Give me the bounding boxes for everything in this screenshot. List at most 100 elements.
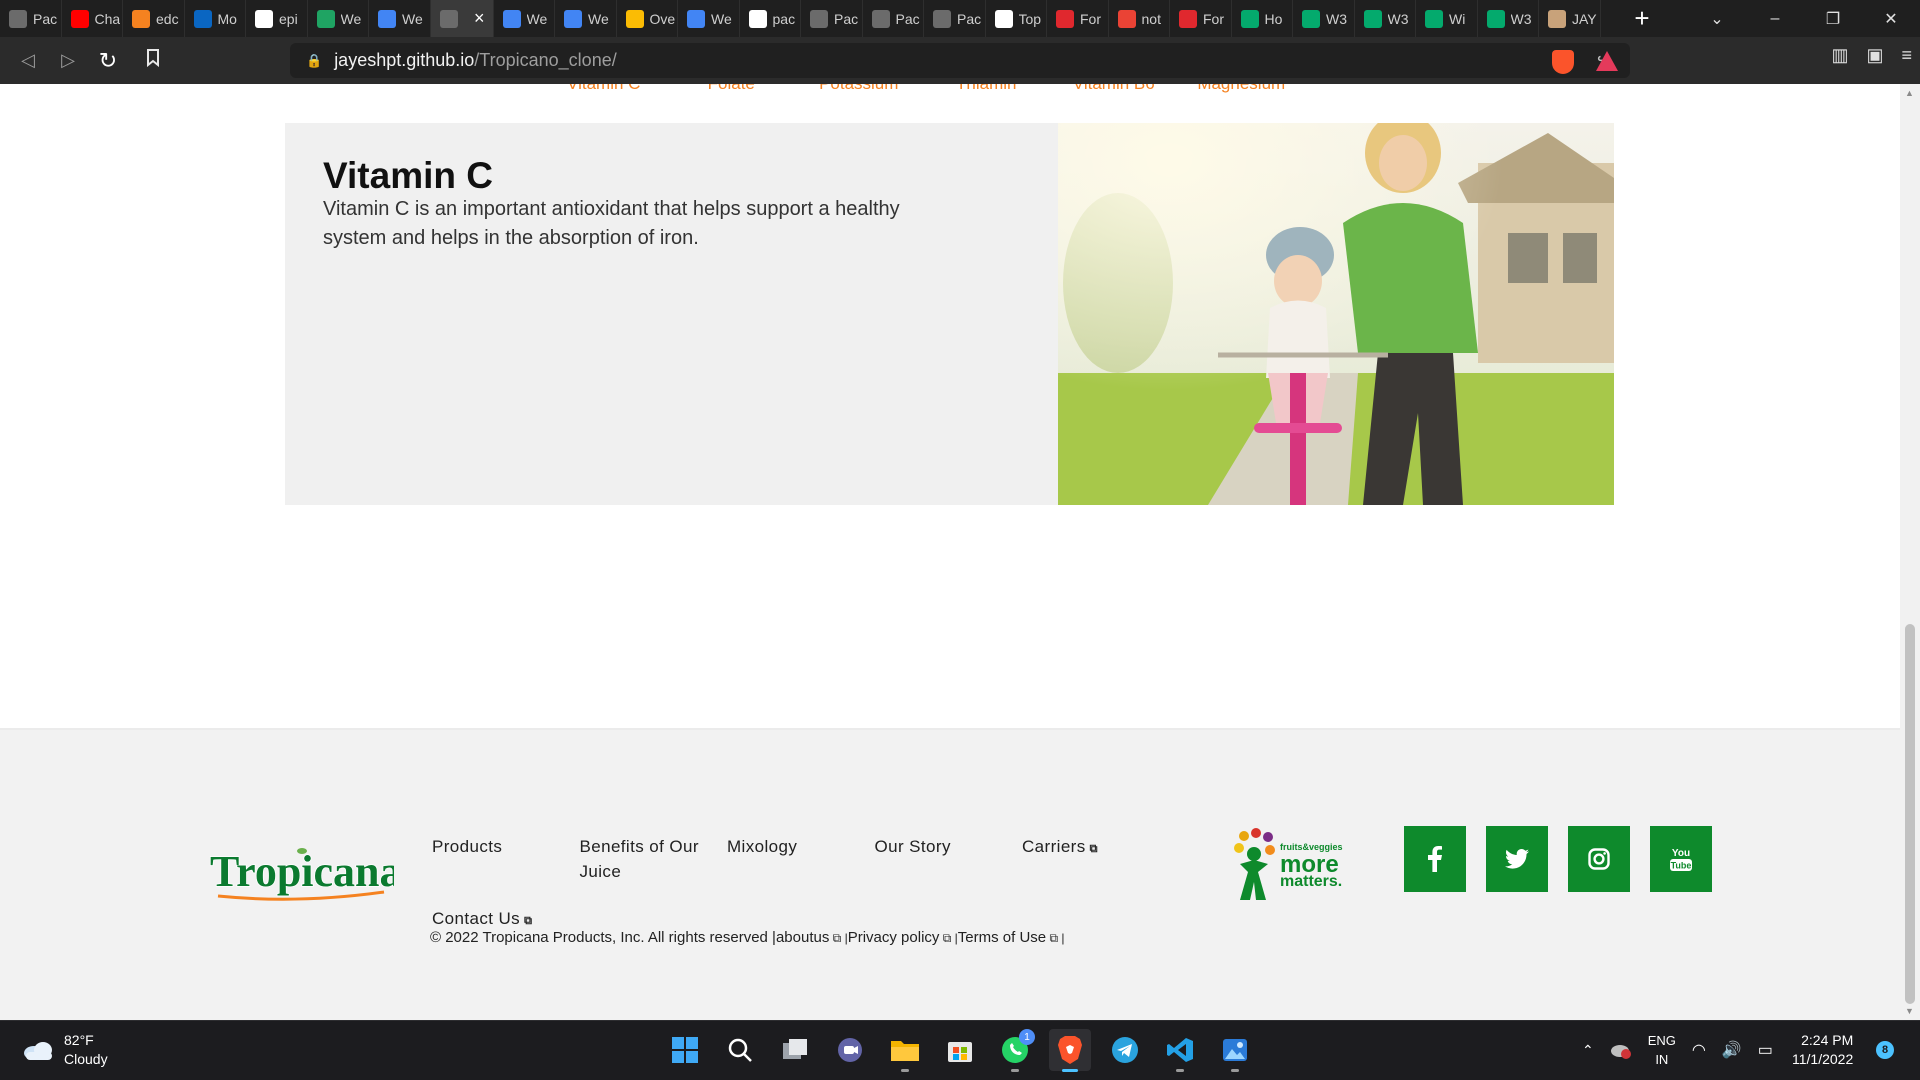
tab-list: Pac Cha edc Mo epi We We × We We Ove We pac Pac Pac Pac…: [0, 0, 1622, 37]
photos-button[interactable]: [1214, 1029, 1256, 1072]
scroll-thumb[interactable]: [1905, 624, 1915, 1004]
browser-tab[interactable]: pac: [740, 0, 801, 37]
clock[interactable]: 2:24 PM 11/1/2022: [1792, 1031, 1853, 1069]
chrome-icon: [625, 9, 644, 28]
url-field[interactable]: 🔒 jayeshpt.github.io/Tropicano_clone/ ↪: [290, 43, 1630, 78]
vscode-button[interactable]: [1159, 1029, 1201, 1072]
browser-tab[interactable]: We: [678, 0, 740, 37]
start-button[interactable]: [664, 1029, 706, 1071]
file-explorer-button[interactable]: [884, 1029, 926, 1072]
footer-link[interactable]: Products: [432, 834, 580, 884]
weather-widget[interactable]: 82°F Cloudy: [22, 1031, 108, 1069]
tray-overflow-chevron-icon[interactable]: ⌃: [1582, 1042, 1594, 1059]
tab-title: W3: [1326, 10, 1347, 27]
browser-tab[interactable]: Pac: [0, 0, 62, 37]
page-scrollbar[interactable]: ▲ ▼: [1900, 84, 1920, 1020]
nutrient-tab[interactable]: Vitamin C: [540, 84, 668, 94]
language-indicator[interactable]: ENG IN: [1648, 1031, 1676, 1069]
browser-tab[interactable]: We: [308, 0, 369, 37]
lang-line-2: IN: [1655, 1052, 1669, 1067]
mother-child-bike-photo: [1058, 123, 1614, 505]
notification-badge[interactable]: 8: [1876, 1041, 1894, 1059]
footer-link[interactable]: Benefits of Our Juice: [580, 834, 728, 884]
browser-tab[interactable]: We: [494, 0, 555, 37]
browser-tab[interactable]: Ove: [617, 0, 678, 37]
cloud-icon: [24, 1042, 52, 1060]
footer-link[interactable]: Mixology: [727, 834, 875, 884]
scroll-down-icon[interactable]: ▼: [1905, 1006, 1914, 1016]
browser-tab[interactable]: For: [1170, 0, 1232, 37]
browser-tab[interactable]: ×: [430, 0, 494, 37]
back-button[interactable]: ◁: [8, 41, 48, 81]
bookmark-icon[interactable]: [146, 49, 160, 72]
tab-search-chevron-icon[interactable]: ⌄: [1688, 0, 1746, 37]
legal-link[interactable]: aboutus ⧉ |: [776, 929, 848, 946]
browser-tab[interactable]: Ho: [1232, 0, 1293, 37]
browser-tab[interactable]: Pac: [863, 0, 924, 37]
nutrient-tab[interactable]: Folate: [668, 84, 796, 94]
task-view-button[interactable]: [774, 1029, 816, 1071]
nutrient-tab[interactable]: Vitamin B6: [1050, 84, 1178, 94]
youtube-button[interactable]: You Tube: [1650, 826, 1712, 892]
browser-tab[interactable]: For: [1047, 0, 1109, 37]
battery-icon[interactable]: ▭: [1758, 1040, 1773, 1060]
brave-icon: [1058, 1036, 1082, 1064]
footer: Tropicana Products Benefits of Our Juice M…: [0, 728, 1900, 1020]
search-button[interactable]: [719, 1029, 761, 1071]
browser-tab[interactable]: Top: [986, 0, 1047, 37]
nutrient-tab[interactable]: Thiamin: [923, 84, 1051, 94]
wifi-icon[interactable]: ◠: [1692, 1040, 1706, 1060]
brave-rewards-icon[interactable]: [1596, 51, 1618, 71]
legal-link[interactable]: Privacy policy ⧉ |: [848, 929, 958, 946]
fruits-veggies-more-matters-logo[interactable]: fruits&veggies more matters.: [1232, 826, 1368, 911]
active-indicator: [1062, 1069, 1078, 1072]
close-window-button[interactable]: ✕: [1862, 0, 1920, 37]
reload-button[interactable]: ↻: [88, 41, 128, 81]
browser-tab[interactable]: Pac: [924, 0, 986, 37]
browser-tab[interactable]: Mo: [185, 0, 246, 37]
browser-tab[interactable]: W3: [1478, 0, 1539, 37]
nutrient-tab[interactable]: Potassium: [795, 84, 923, 94]
brave-shields-icon[interactable]: [1552, 50, 1574, 74]
scroll-up-icon[interactable]: ▲: [1905, 88, 1914, 98]
telegram-button[interactable]: [1104, 1029, 1146, 1071]
browser-tab[interactable]: not: [1109, 0, 1170, 37]
footer-link[interactable]: Carriers ⧉: [1022, 834, 1170, 884]
legal-links: aboutus ⧉ |Privacy policy ⧉ |Terms of Us…: [776, 929, 1065, 946]
instagram-icon: [1588, 848, 1610, 870]
whatsapp-button[interactable]: 1: [994, 1029, 1036, 1072]
nutrient-tab[interactable]: Magnesium: [1178, 84, 1306, 94]
browser-tab[interactable]: JAY: [1539, 0, 1601, 37]
brave-browser-button[interactable]: [1049, 1029, 1091, 1072]
tropicana-logo[interactable]: Tropicana: [208, 842, 402, 911]
browser-tab[interactable]: epi: [246, 0, 308, 37]
teams-chat-button[interactable]: [829, 1029, 871, 1071]
browser-tab[interactable]: edc: [123, 0, 185, 37]
browser-tab[interactable]: W3: [1355, 0, 1416, 37]
facebook-button[interactable]: [1404, 826, 1466, 892]
weather-temp: 82°F: [64, 1032, 94, 1048]
browser-tab[interactable]: Cha: [62, 0, 123, 37]
legal-link[interactable]: Terms of Use ⧉ |: [958, 929, 1065, 946]
onedrive-error-icon[interactable]: [1610, 1041, 1632, 1059]
microsoft-store-button[interactable]: [939, 1029, 981, 1071]
minimize-button[interactable]: –: [1746, 0, 1804, 37]
sidebar-icon[interactable]: ▥: [1831, 45, 1848, 66]
new-tab-button[interactable]: +: [1622, 0, 1662, 37]
twitter-button[interactable]: [1486, 826, 1548, 892]
menu-icon[interactable]: ≡: [1901, 45, 1912, 66]
restore-button[interactable]: ❐: [1804, 0, 1862, 37]
close-tab-icon[interactable]: ×: [474, 8, 485, 29]
running-indicator: [901, 1069, 909, 1072]
wallet-icon[interactable]: ▣: [1866, 45, 1883, 66]
footer-link[interactable]: Our Story: [875, 834, 1023, 884]
browser-tab[interactable]: W3: [1293, 0, 1355, 37]
forward-button[interactable]: ▷: [48, 41, 88, 81]
browser-tab[interactable]: Wi: [1416, 0, 1478, 37]
browser-tab[interactable]: We: [369, 0, 431, 37]
volume-icon[interactable]: 🔊: [1722, 1040, 1742, 1060]
browser-tab[interactable]: We: [555, 0, 617, 37]
browser-tab[interactable]: Pac: [801, 0, 863, 37]
panel-title: Vitamin C: [323, 155, 493, 196]
instagram-button[interactable]: [1568, 826, 1630, 892]
